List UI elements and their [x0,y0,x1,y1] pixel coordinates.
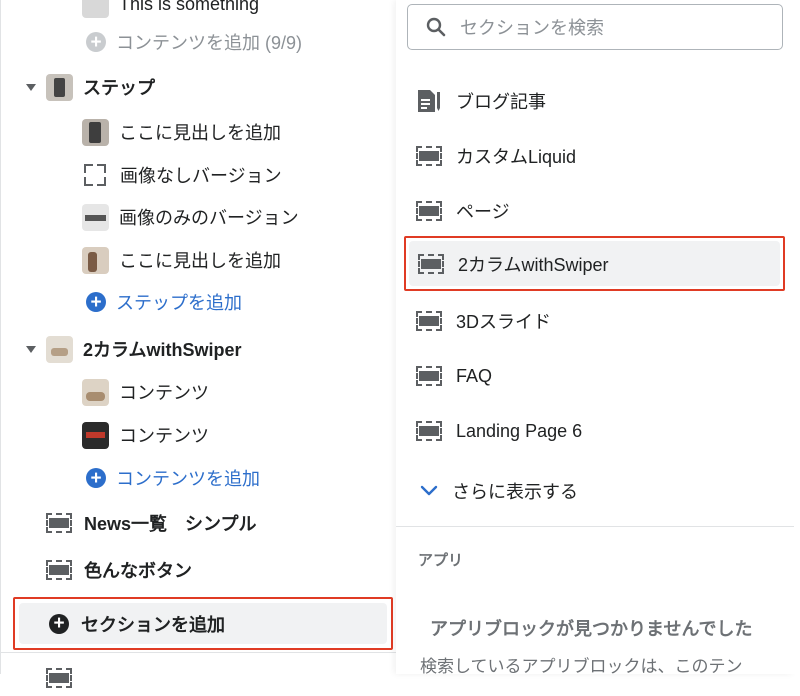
add-step-label: ステップを追加 [116,293,242,313]
section-icon [46,668,72,688]
section-tree: This is something + コンテンツを追加 (9/9) ステップ … [0,0,396,688]
section-option-label: 2カラムwithSwiper [458,255,609,275]
tree-divider [0,652,396,653]
add-content-button[interactable]: + コンテンツを追加 [86,460,260,496]
preview-edge [794,0,800,674]
section-option-label: FAQ [456,365,493,386]
section-icon [416,311,442,331]
tree-item-label: コンテンツ [119,383,209,403]
tree-section-2col-swiper[interactable]: 2カラムwithSwiper [26,331,241,367]
section-icon [416,421,442,441]
tree-section-partial[interactable] [46,660,72,696]
tree-item-label: コンテンツ [119,426,209,446]
popover-divider [396,526,794,527]
tree-border [0,0,1,674]
search-placeholder: セクションを検索 [460,18,604,38]
add-content-button-disabled: + コンテンツを追加 (9/9) [86,24,302,60]
section-icon [418,254,444,274]
show-more-button[interactable]: さらに表示する [420,473,578,509]
add-content-label: コンテンツを追加 (9/9) [116,33,303,53]
tree-section-label: 色んなボタン [84,561,192,581]
tree-section-buttons[interactable]: 色んなボタン [46,552,192,588]
tree-item-label: ここに見出しを追加 [119,251,281,271]
add-circle-icon: + [49,613,69,634]
section-option-label: ページ [456,202,510,222]
empty-state-description: 検索しているアプリブロックは、このテン [420,657,743,676]
tree-block-step-1[interactable]: ここに見出しを追加 [82,114,281,150]
tree-section-news[interactable]: News一覧 シンプル [46,505,256,541]
tree-item-label: 画像なしバージョン [120,166,282,186]
section-icon [416,146,442,166]
section-thumbnail [46,335,73,363]
section-icon [46,513,72,533]
section-thumbnail [46,73,73,101]
block-thumbnail [82,378,109,406]
apps-heading: アプリ [418,552,464,569]
section-option-page[interactable]: ページ [416,193,510,229]
block-thumbnail [82,0,109,18]
section-option-label: Landing Page 6 [456,420,583,441]
add-section-popover: セクションを検索 ブログ記事 カスタムLiquid ページ FAQ 3Dスライド… [396,0,794,676]
chevron-down-icon [420,485,438,496]
add-section-label: セクションを追加 [81,614,225,635]
section-option-blog-post[interactable]: ブログ記事 [416,83,546,119]
section-option-highlight: 2カラムwithSwiper [404,236,785,291]
tree-block-content-1[interactable]: コンテンツ [82,374,209,410]
add-circle-icon: + [86,32,106,52]
search-icon [426,17,446,37]
tree-section-label: 2カラムwithSwiper [83,340,242,360]
caret-down-icon[interactable] [26,83,36,91]
tree-block-step-4[interactable]: ここに見出しを追加 [82,242,281,278]
section-icon [46,560,72,580]
block-thumbnail [82,118,109,146]
tree-section-label: News一覧 シンプル [84,514,257,534]
tree-block-step-3[interactable]: 画像のみのバージョン [82,199,299,235]
add-section-highlight: + セクションを追加 [13,597,393,650]
caret-down-icon[interactable] [26,345,36,353]
add-content-label: コンテンツを追加 [116,469,260,489]
tree-section-step[interactable]: ステップ [26,69,155,105]
add-step-button[interactable]: + ステップを追加 [86,284,242,320]
tree-item-label: 画像のみのバージョン [119,208,299,228]
section-icon [416,201,442,221]
add-section-button[interactable]: + セクションを追加 [19,603,387,644]
show-more-label: さらに表示する [452,482,578,502]
section-search-field[interactable]: セクションを検索 [407,4,783,50]
section-option-label: 3Dスライド [456,312,552,332]
tree-section-label: ステップ [83,78,155,98]
section-option-landing-page-6[interactable]: Landing Page 6 [416,413,582,449]
section-option-2col-swiper[interactable]: 2カラムwithSwiper [418,246,609,282]
add-circle-icon: + [86,468,106,488]
empty-state-title: アプリブロックが見つかりませんでした [430,619,753,639]
section-option-label: カスタムLiquid [456,147,577,167]
block-thumbnail [82,203,109,231]
section-option-custom-liquid[interactable]: カスタムLiquid [416,138,576,174]
tree-item-label: ここに見出しを追加 [119,123,281,143]
add-circle-icon: + [86,292,106,312]
tree-item-label: This is something [119,0,260,14]
section-option-faq[interactable]: FAQ [416,358,492,394]
tree-block-content-2[interactable]: コンテンツ [82,417,209,453]
block-thumbnail [82,246,109,274]
section-option-3d-slide[interactable]: 3Dスライド [416,303,551,339]
tree-block-this-is-something[interactable]: This is something [82,0,259,22]
tree-block-step-2[interactable]: 画像なしバージョン [82,157,282,193]
section-option-label: ブログ記事 [456,92,546,112]
section-icon [416,366,442,386]
no-image-icon [84,164,106,186]
block-thumbnail [82,421,109,449]
blog-post-icon [418,90,440,112]
